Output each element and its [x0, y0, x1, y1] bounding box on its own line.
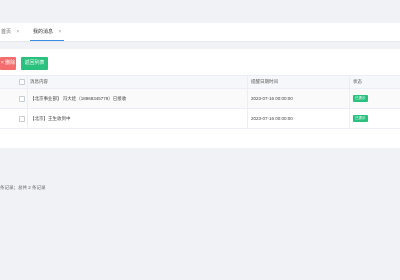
tab-home-close-icon[interactable]: ×: [16, 29, 19, 35]
status-badge: 已提示: [353, 115, 368, 122]
tab-my-messages-close-icon[interactable]: ×: [58, 29, 61, 35]
column-header-status[interactable]: 状态: [353, 76, 362, 88]
tab-home[interactable]: 首页 ×: [0, 23, 19, 41]
row-checkbox[interactable]: [19, 115, 25, 122]
message-content: 【北京事业部】 冯大娃（18968345779）已接收: [30, 95, 127, 101]
table-row[interactable]: 【北京事业部】 冯大娃（18968345779）已接收 2023-07-16 0…: [0, 89, 400, 109]
row-checkbox[interactable]: [19, 95, 25, 102]
column-divider: [349, 76, 350, 88]
column-divider: [349, 109, 350, 128]
status-cell: 已提示: [353, 89, 368, 108]
column-divider: [247, 109, 248, 128]
pagination-summary: 条记录；总共 2 条记录: [0, 185, 46, 190]
messages-table: 消息内容 提醒日期时间 状态 【北京事业部】 冯大娃（18968345779）已…: [0, 75, 400, 129]
tab-my-messages-label: 我的消息: [33, 29, 54, 35]
reminder-time: 2023-07-16 00:00:00: [251, 116, 293, 121]
column-header-time[interactable]: 提醒日期时间: [251, 76, 278, 88]
message-content: 【北京】王生收到中: [30, 115, 71, 121]
table-row[interactable]: 【北京】王生收到中 2023-07-16 00:00:00 已提示: [0, 109, 400, 129]
return-list-button[interactable]: 返回列表: [21, 57, 48, 70]
column-divider: [27, 109, 28, 128]
tab-bar: 首页 × 我的消息 ×: [0, 23, 400, 42]
column-header-content[interactable]: 消息内容: [30, 76, 48, 88]
tab-home-label: 首页: [1, 29, 12, 35]
column-divider: [27, 89, 28, 108]
table-header: 消息内容 提醒日期时间 状态: [0, 76, 400, 89]
tab-my-messages[interactable]: 我的消息 ×: [30, 23, 65, 41]
status-cell: 已提示: [353, 109, 368, 128]
row-select-cell[interactable]: [17, 109, 27, 128]
column-divider: [349, 89, 350, 108]
select-all-cell[interactable]: [17, 76, 27, 88]
status-badge: 已提示: [353, 95, 368, 102]
reminder-time: 2023-07-16 00:00:00: [251, 96, 293, 101]
row-select-cell[interactable]: [17, 89, 27, 108]
select-all-checkbox[interactable]: [19, 79, 25, 85]
column-divider: [27, 76, 28, 88]
column-divider: [247, 89, 248, 108]
delete-button[interactable]: × 删除: [0, 57, 16, 70]
column-divider: [247, 76, 248, 88]
content-panel: × 删除 返回列表 消息内容 提醒日期时间 状态 【北京事业部】 冯大娃（189…: [0, 49, 400, 190]
